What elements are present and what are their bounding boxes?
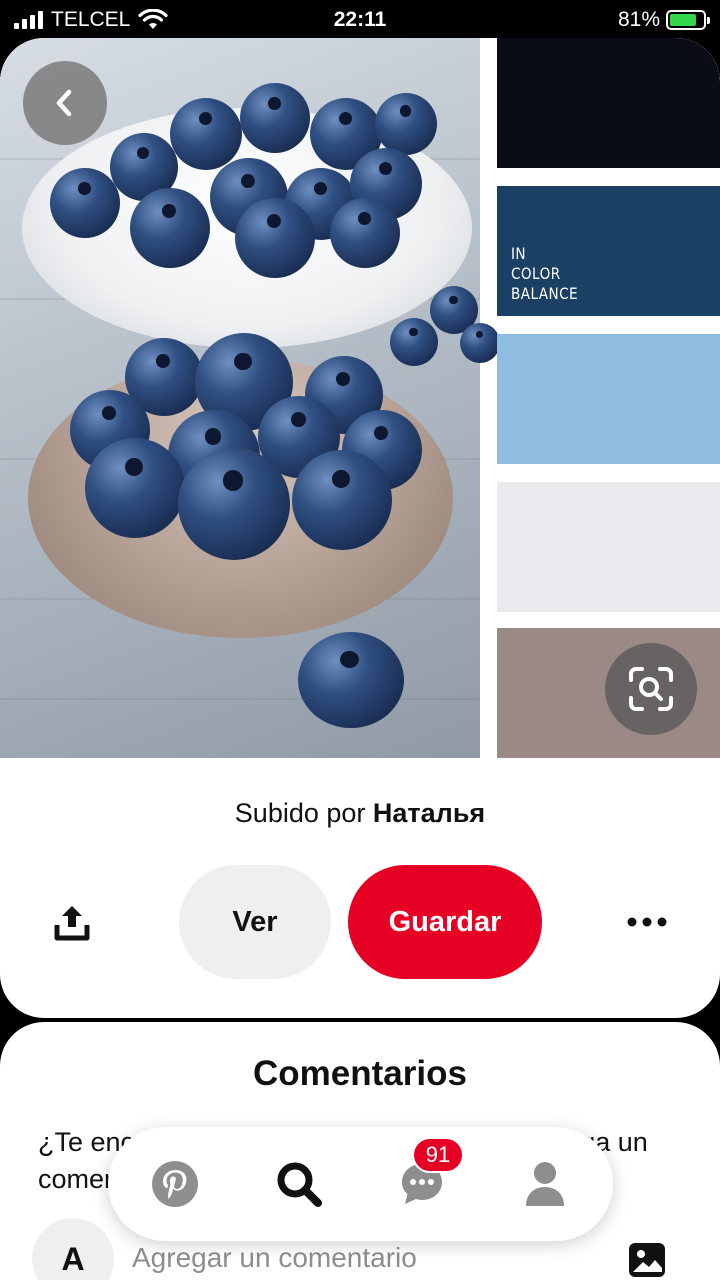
image-icon bbox=[629, 1243, 665, 1277]
share-button[interactable] bbox=[48, 898, 96, 946]
pin-actions: Ver Guardar bbox=[0, 865, 720, 979]
comments-title: Comentarios bbox=[253, 1054, 467, 1093]
palette-swatch bbox=[497, 38, 720, 168]
save-button[interactable]: Guardar bbox=[348, 865, 542, 979]
profile-icon bbox=[526, 1162, 564, 1206]
status-bar: TELCEL 22:11 81% bbox=[0, 0, 720, 40]
visual-search-button[interactable] bbox=[605, 643, 697, 735]
back-button[interactable] bbox=[23, 61, 107, 145]
search-icon bbox=[277, 1162, 322, 1207]
palette-swatch bbox=[497, 482, 720, 612]
pin-image[interactable]: IN COLOR BALANCE bbox=[0, 38, 720, 758]
visual-search-icon bbox=[629, 667, 673, 711]
wifi-icon bbox=[138, 9, 168, 29]
comment-input[interactable] bbox=[132, 1236, 602, 1280]
pin-card: IN COLOR BALANCE Subido por Наталья Ver … bbox=[0, 38, 720, 1018]
signal-icon bbox=[14, 11, 43, 29]
battery-level bbox=[670, 14, 696, 26]
uploader-name[interactable]: Наталья bbox=[373, 798, 485, 828]
messages-badge: 91 bbox=[412, 1137, 464, 1173]
nav-home[interactable] bbox=[146, 1155, 204, 1213]
bottom-nav: 91 bbox=[108, 1127, 613, 1241]
palette-swatch: IN COLOR BALANCE bbox=[497, 186, 720, 316]
view-button[interactable]: Ver bbox=[179, 865, 331, 979]
uploaded-prefix: Subido por bbox=[234, 798, 366, 828]
blueberries-photo bbox=[0, 38, 500, 758]
home-icon bbox=[152, 1161, 198, 1207]
more-icon bbox=[627, 917, 667, 927]
chevron-left-icon bbox=[56, 89, 72, 117]
avatar: A bbox=[32, 1218, 114, 1280]
color-palette: IN COLOR BALANCE bbox=[497, 38, 720, 758]
battery-icon bbox=[666, 10, 710, 30]
uploader-line: Subido por Наталья bbox=[0, 798, 720, 829]
add-photo-button[interactable] bbox=[627, 1240, 667, 1280]
share-icon bbox=[54, 906, 90, 941]
palette-swatch bbox=[497, 334, 720, 464]
carrier-name: TELCEL bbox=[51, 8, 131, 31]
battery-percent: 81% bbox=[617, 8, 660, 31]
nav-search[interactable] bbox=[270, 1155, 328, 1213]
more-options-button[interactable] bbox=[622, 898, 672, 946]
nav-profile[interactable] bbox=[516, 1155, 574, 1213]
brand-text: IN COLOR BALANCE bbox=[511, 244, 579, 303]
